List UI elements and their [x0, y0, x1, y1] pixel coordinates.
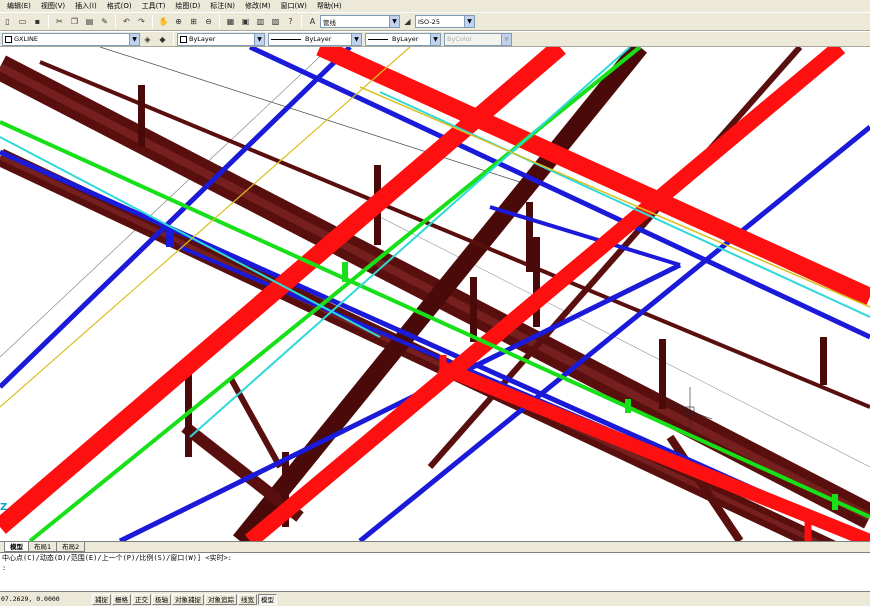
new-icon[interactable]: ▯: [1, 15, 14, 28]
text-style-icon: A: [309, 17, 316, 26]
match-properties-icon[interactable]: ✎: [98, 15, 111, 28]
chevron-down-icon[interactable]: ▼: [389, 16, 399, 27]
otrack-toggle[interactable]: 对象追踪: [205, 593, 237, 605]
menu-help[interactable]: 帮助(H): [312, 0, 347, 12]
riser: [820, 337, 827, 385]
tab-model[interactable]: 模型: [4, 542, 29, 552]
riser: [138, 85, 145, 147]
water-pipe: [118, 262, 682, 541]
text-style-select[interactable]: 管线 ▼: [320, 15, 400, 28]
layout-tabs: 模型 布局1 布局2: [0, 541, 870, 552]
properties-icon[interactable]: ▦: [224, 15, 237, 28]
zoom-previous-icon[interactable]: ⊖: [202, 15, 215, 28]
menu-edit[interactable]: 编辑(E): [2, 0, 36, 12]
chevron-down-icon[interactable]: ▼: [254, 33, 264, 45]
chevron-down-icon: ▼: [501, 33, 511, 45]
layer-manager-icon[interactable]: ◆: [156, 33, 169, 46]
tool-palette-icon[interactable]: ▥: [254, 15, 267, 28]
grid-toggle[interactable]: 栅格: [112, 593, 131, 605]
linetype-preview: [271, 38, 301, 40]
command-prompt[interactable]: :: [0, 563, 870, 573]
status-bar: 07.2629, 0.0000 捕捉 栅格 正交 极轴 对象捕捉 对象追踪 线宽…: [0, 592, 870, 606]
ucs-icon: Z: [0, 502, 8, 513]
menu-format[interactable]: 格式(O): [102, 0, 137, 12]
pan-icon[interactable]: ✋: [157, 15, 170, 28]
paste-icon[interactable]: ▤: [83, 15, 96, 28]
color-select[interactable]: ByLayer ▼: [177, 32, 265, 46]
menu-window[interactable]: 窗口(W): [276, 0, 312, 12]
layer-previous-icon[interactable]: ◈: [141, 33, 154, 46]
command-line[interactable]: 中心点(C)/动态(D)/范围(E)/上一个(P)/比例(S)/窗口(W)] <…: [0, 552, 870, 592]
design-center-icon[interactable]: ▣: [239, 15, 252, 28]
osnap-toggle[interactable]: 对象捕捉: [172, 593, 204, 605]
menu-bar: 编辑(E) 视图(V) 插入(I) 格式(O) 工具(T) 绘图(D) 标注(N…: [0, 0, 870, 12]
toolbar-separator: [115, 15, 116, 28]
menu-tools[interactable]: 工具(T): [137, 0, 171, 12]
plotstyle-value: ByColor: [447, 35, 473, 43]
properties-toolbar: GXLINE ▼ ◈ ◆ ByLayer ▼ ByLayer ▼ ByLayer…: [0, 31, 870, 47]
lineweight-select[interactable]: ByLayer ▼: [365, 32, 441, 46]
menu-draw[interactable]: 绘图(D): [170, 0, 205, 12]
lineweight-preview: [368, 38, 388, 40]
standard-toolbar: ▯ ▭ ▪ ✂ ❐ ▤ ✎ ↶ ↷ ✋ ⊕ ⊞ ⊖ ▦ ▣ ▥ ▧ ? A 管线…: [0, 12, 870, 31]
ortho-toggle[interactable]: 正交: [132, 593, 151, 605]
command-history: 中心点(C)/动态(D)/范围(E)/上一个(P)/比例(S)/窗口(W)] <…: [2, 554, 233, 562]
toolbar-separator: [48, 15, 49, 28]
dim-style-select[interactable]: ISO-25 ▼: [415, 15, 475, 28]
toolbar-separator: [173, 32, 174, 46]
text-style-value: 管线: [323, 18, 336, 27]
chevron-down-icon[interactable]: ▼: [430, 33, 440, 45]
layer-color-swatch: [5, 35, 12, 43]
layer-select[interactable]: GXLINE ▼: [2, 32, 140, 46]
linetype-value: ByLayer: [305, 35, 332, 43]
toolbar-separator: [152, 15, 153, 28]
zoom-realtime-icon[interactable]: ⊕: [172, 15, 185, 28]
chevron-down-icon[interactable]: ▼: [351, 33, 361, 45]
zoom-window-icon[interactable]: ⊞: [187, 15, 200, 28]
linetype-select[interactable]: ByLayer ▼: [268, 32, 362, 46]
menu-modify[interactable]: 修改(M): [240, 0, 276, 12]
riser: [470, 277, 477, 342]
chevron-down-icon[interactable]: ▼: [464, 16, 474, 27]
color-value: ByLayer: [189, 35, 216, 43]
tab-layout2[interactable]: 布局2: [56, 542, 86, 552]
model-space-toggle[interactable]: 模型: [258, 593, 277, 605]
cut-icon[interactable]: ✂: [53, 15, 66, 28]
pipe-model-view: [0, 47, 870, 541]
lineweight-toggle[interactable]: 线宽: [238, 593, 257, 605]
dim-style-icon: ◢: [404, 17, 411, 26]
plotstyle-select: ByColor ▼: [444, 32, 512, 46]
chevron-down-icon[interactable]: ▼: [129, 33, 139, 45]
undo-icon[interactable]: ↶: [120, 15, 133, 28]
polar-toggle[interactable]: 极轴: [152, 593, 171, 605]
drawing-area[interactable]: Z: [0, 47, 870, 541]
toolbar-separator: [301, 15, 302, 28]
layer-value: GXLINE: [14, 35, 38, 43]
open-icon[interactable]: ▭: [16, 15, 29, 28]
redo-icon[interactable]: ↷: [135, 15, 148, 28]
save-icon[interactable]: ▪: [31, 15, 44, 28]
menu-view[interactable]: 视图(V): [36, 0, 70, 12]
lineweight-value: ByLayer: [392, 35, 419, 43]
riser: [526, 202, 533, 272]
menu-dimension[interactable]: 标注(N): [205, 0, 240, 12]
drain-pipe-branch-3: [227, 375, 283, 469]
copy-icon[interactable]: ❐: [68, 15, 81, 28]
riser: [659, 339, 666, 409]
tab-layout1[interactable]: 布局1: [28, 542, 58, 552]
coordinate-readout: 07.2629, 0.0000: [1, 595, 60, 603]
help-icon[interactable]: ?: [284, 15, 297, 28]
color-swatch: [180, 35, 187, 43]
toolbar-separator: [219, 15, 220, 28]
menu-insert[interactable]: 插入(I): [70, 0, 102, 12]
calculator-icon[interactable]: ▧: [269, 15, 282, 28]
yellow-line: [359, 86, 870, 308]
dim-style-value: ISO-25: [418, 17, 440, 26]
snap-toggle[interactable]: 捕捉: [92, 593, 111, 605]
